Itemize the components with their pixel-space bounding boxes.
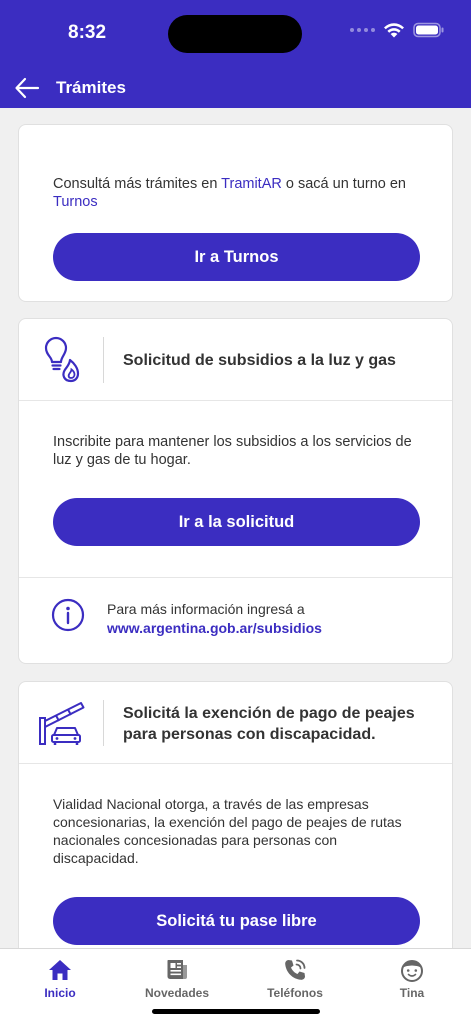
solicita-pase-libre-button[interactable]: Solicitá tu pase libre bbox=[53, 897, 420, 945]
peajes-card-header: Solicitá la exención de pago de peajes p… bbox=[19, 682, 452, 764]
peajes-card: Solicitá la exención de pago de peajes p… bbox=[18, 681, 453, 948]
tab-tina[interactable]: Tina bbox=[353, 949, 471, 1009]
battery-icon bbox=[413, 22, 444, 38]
toll-barrier-icon bbox=[39, 702, 85, 745]
tab-label: Novedades bbox=[144, 986, 210, 1000]
turnos-card: Consultá más trámites en TramitAR o sacá… bbox=[18, 124, 453, 302]
turnos-link[interactable]: Turnos bbox=[53, 194, 98, 210]
content-scroll[interactable]: Consultá más trámites en TramitAR o sacá… bbox=[0, 108, 471, 948]
tab-label: Inicio bbox=[44, 986, 76, 1000]
tramitar-link[interactable]: TramitAR bbox=[221, 176, 282, 192]
peajes-title: Solicitá la exención de pago de peajes p… bbox=[123, 705, 415, 743]
tab-label: Teléfonos bbox=[267, 986, 323, 1000]
tina-icon bbox=[401, 960, 423, 982]
subsidios-link[interactable]: www.argentina.gob.ar/subsidios bbox=[107, 619, 436, 638]
tab-telefonos[interactable]: Teléfonos bbox=[236, 949, 354, 1009]
info-icon bbox=[51, 598, 85, 632]
subsidios-card: Solicitud de subsidios a la luz y gas In… bbox=[18, 318, 453, 664]
tab-label: Tina bbox=[399, 986, 425, 1000]
turnos-text: Consultá más trámites en TramitAR o sacá… bbox=[53, 175, 418, 211]
subsidios-description: Inscribite para mantener los subsidios a… bbox=[53, 434, 412, 468]
nav-bar: Trámites bbox=[0, 70, 471, 108]
tab-bar: Inicio Novedades Teléfonos Tina bbox=[0, 948, 471, 1024]
tab-novedades[interactable]: Novedades bbox=[118, 949, 236, 1009]
status-icons bbox=[350, 22, 445, 38]
ir-a-turnos-button[interactable]: Ir a Turnos bbox=[53, 233, 420, 281]
newspaper-icon bbox=[167, 960, 187, 979]
phone-icon bbox=[285, 959, 306, 980]
turnos-text-prefix: Consultá más trámites en bbox=[53, 176, 222, 192]
status-time: 8:32 bbox=[68, 22, 107, 43]
home-icon bbox=[49, 960, 71, 980]
peajes-description: Vialidad Nacional otorga, a través de la… bbox=[53, 796, 402, 866]
home-indicator bbox=[152, 1009, 320, 1014]
header-separator bbox=[103, 337, 104, 383]
header-separator bbox=[103, 700, 104, 746]
subsidios-title: Solicitud de subsidios a la luz y gas bbox=[123, 352, 396, 369]
turnos-text-middle: o sacá un turno en bbox=[281, 176, 407, 192]
subsidios-divider bbox=[19, 577, 452, 578]
back-arrow-icon[interactable] bbox=[14, 76, 40, 100]
subsidios-card-header: Solicitud de subsidios a la luz y gas bbox=[19, 319, 452, 401]
status-bar: 8:32 bbox=[0, 0, 471, 70]
signal-icon bbox=[350, 28, 375, 32]
wifi-icon bbox=[384, 23, 404, 38]
light-gas-icon bbox=[44, 336, 80, 383]
dynamic-island bbox=[168, 15, 302, 53]
page-title: Trámites bbox=[56, 78, 126, 97]
subsidios-info: Para más información ingresá a www.argen… bbox=[107, 600, 436, 638]
ir-a-la-solicitud-button[interactable]: Ir a la solicitud bbox=[53, 498, 420, 546]
info-text: Para más información ingresá a bbox=[107, 601, 305, 617]
tab-inicio[interactable]: Inicio bbox=[1, 949, 119, 1009]
